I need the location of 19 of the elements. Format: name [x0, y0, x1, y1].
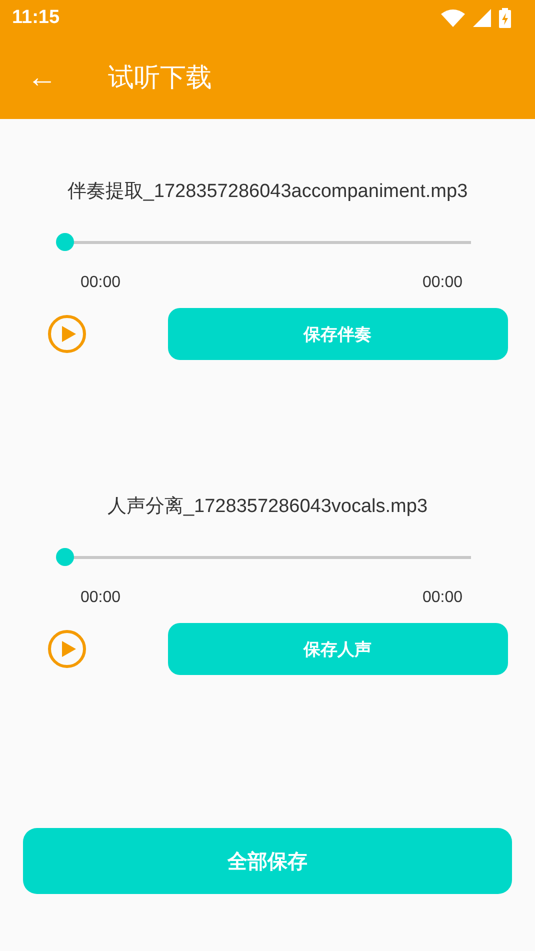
- save-button[interactable]: 保存伴奏: [168, 308, 508, 360]
- play-icon: [62, 326, 76, 342]
- file-name: 人声分离_1728357286043vocals.mp3: [107, 495, 428, 519]
- play-button[interactable]: [48, 630, 86, 668]
- play-icon: [62, 641, 76, 657]
- duration-time: 00:00: [422, 589, 462, 607]
- elapsed-time: 00:00: [80, 589, 121, 607]
- status-time: 11:15: [12, 7, 60, 29]
- signal-icon: [473, 9, 491, 27]
- page-title: 试听下载: [108, 61, 212, 94]
- duration-time: 00:00: [422, 274, 462, 292]
- wifi-icon: [441, 9, 465, 27]
- battery-icon: [499, 8, 511, 28]
- file-name: 伴奏提取_1728357286043accompaniment.mp3: [67, 180, 468, 204]
- play-button[interactable]: [48, 315, 86, 353]
- back-button[interactable]: ←: [26, 62, 58, 92]
- elapsed-time: 00:00: [80, 274, 121, 292]
- save-all-button[interactable]: 全部保存: [23, 828, 512, 894]
- save-button[interactable]: 保存人声: [168, 623, 508, 675]
